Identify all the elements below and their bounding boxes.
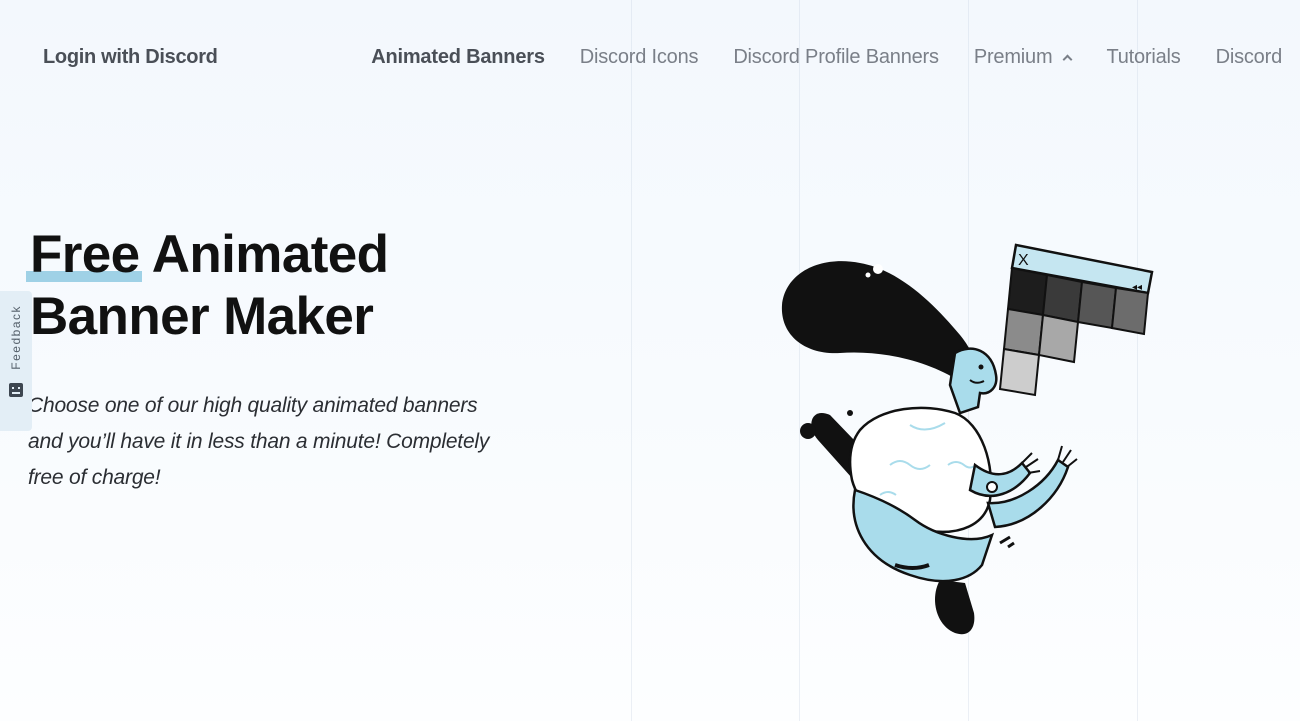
chat-icon xyxy=(9,382,23,397)
hero-illustration: X ◂◂ xyxy=(781,243,1154,635)
nav-discord[interactable]: Discord xyxy=(1216,46,1283,69)
nav-discord-profile-banners[interactable]: Discord Profile Banners xyxy=(733,46,939,69)
nav-animated-banners[interactable]: Animated Banners xyxy=(371,46,545,69)
nav-tutorials[interactable]: Tutorials xyxy=(1106,46,1180,69)
background-gridline xyxy=(631,0,632,721)
hero-title: Free Animated Banner Maker xyxy=(26,224,389,348)
hero-description: Choose one of our high quality animated … xyxy=(28,394,490,489)
nav-discord-icons[interactable]: Discord Icons xyxy=(580,46,699,69)
feedback-tab[interactable]: Feedback xyxy=(0,291,32,431)
page: Login with Discord Animated Banners Disc… xyxy=(0,0,1300,721)
chevron-up-icon xyxy=(1062,54,1073,65)
window-close-icon: X xyxy=(1018,252,1029,269)
hero-title-line-1-rest: Animated xyxy=(151,225,389,284)
hero-title-highlight: Free xyxy=(26,225,142,284)
hero-title-line-2: Banner Maker xyxy=(30,287,374,346)
color-palette-window: X ◂◂ xyxy=(998,243,1154,397)
feedback-label: Feedback xyxy=(9,305,23,370)
login-with-discord-link[interactable]: Login with Discord xyxy=(43,46,218,69)
hero-title-line-1: Free Animated xyxy=(26,224,389,286)
character-hair xyxy=(781,261,976,385)
nav-premium-label: Premium xyxy=(973,46,1053,68)
nav-premium[interactable]: Premium xyxy=(973,46,1073,69)
main-nav: Animated Banners Discord Icons Discord P… xyxy=(371,46,1282,69)
